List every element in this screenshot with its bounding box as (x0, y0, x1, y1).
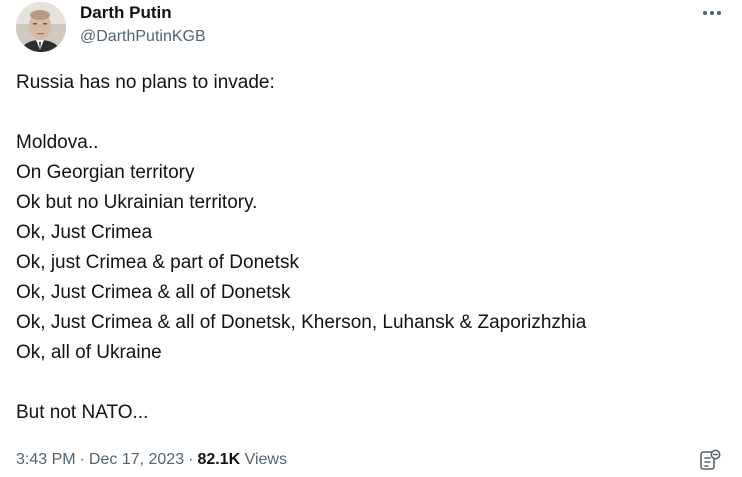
tweet-line: Ok, Just Crimea (16, 222, 153, 243)
tweet-time[interactable]: 3:43 PM (16, 451, 76, 468)
tweet-line: But not NATO... (16, 402, 149, 423)
meta-separator: · (79, 451, 85, 468)
tweet: Darth Putin @DarthPutinKGB Russia has no… (0, 0, 742, 475)
meta-separator: · (188, 451, 194, 468)
tweet-meta: 3:43 PM · Dec 17, 2023 · 82.1K Views (16, 449, 287, 471)
tweet-line: Russia has no plans to invade: (16, 72, 275, 93)
tweet-date[interactable]: Dec 17, 2023 (89, 451, 184, 468)
more-horizontal-icon (703, 11, 708, 15)
tweet-line: Moldova.. (16, 132, 99, 153)
display-name[interactable]: Darth Putin (80, 3, 172, 23)
views-label: Views (244, 451, 287, 468)
tweet-line: Ok, just Crimea & part of Donetsk (16, 252, 299, 273)
more-options-button[interactable] (696, 2, 728, 24)
analytics-button[interactable] (698, 448, 722, 472)
more-horizontal-icon (716, 11, 721, 15)
tweet-line: Ok, Just Crimea & all of Donetsk, Kherso… (16, 312, 587, 333)
tweet-line: Ok, all of Ukraine (16, 342, 162, 363)
analytics-icon (700, 449, 721, 470)
tweet-line: On Georgian territory (16, 162, 195, 183)
tweet-line: Ok but no Ukrainian territory. (16, 192, 258, 213)
user-handle[interactable]: @DarthPutinKGB (80, 27, 206, 47)
more-horizontal-icon (710, 11, 714, 15)
tweet-text: Russia has no plans to invade: Moldova..… (16, 68, 716, 428)
tweet-line: Ok, Just Crimea & all of Donetsk (16, 282, 291, 303)
views-count: 82.1K (197, 451, 241, 468)
avatar[interactable] (16, 2, 66, 52)
avatar-photo (16, 2, 66, 52)
